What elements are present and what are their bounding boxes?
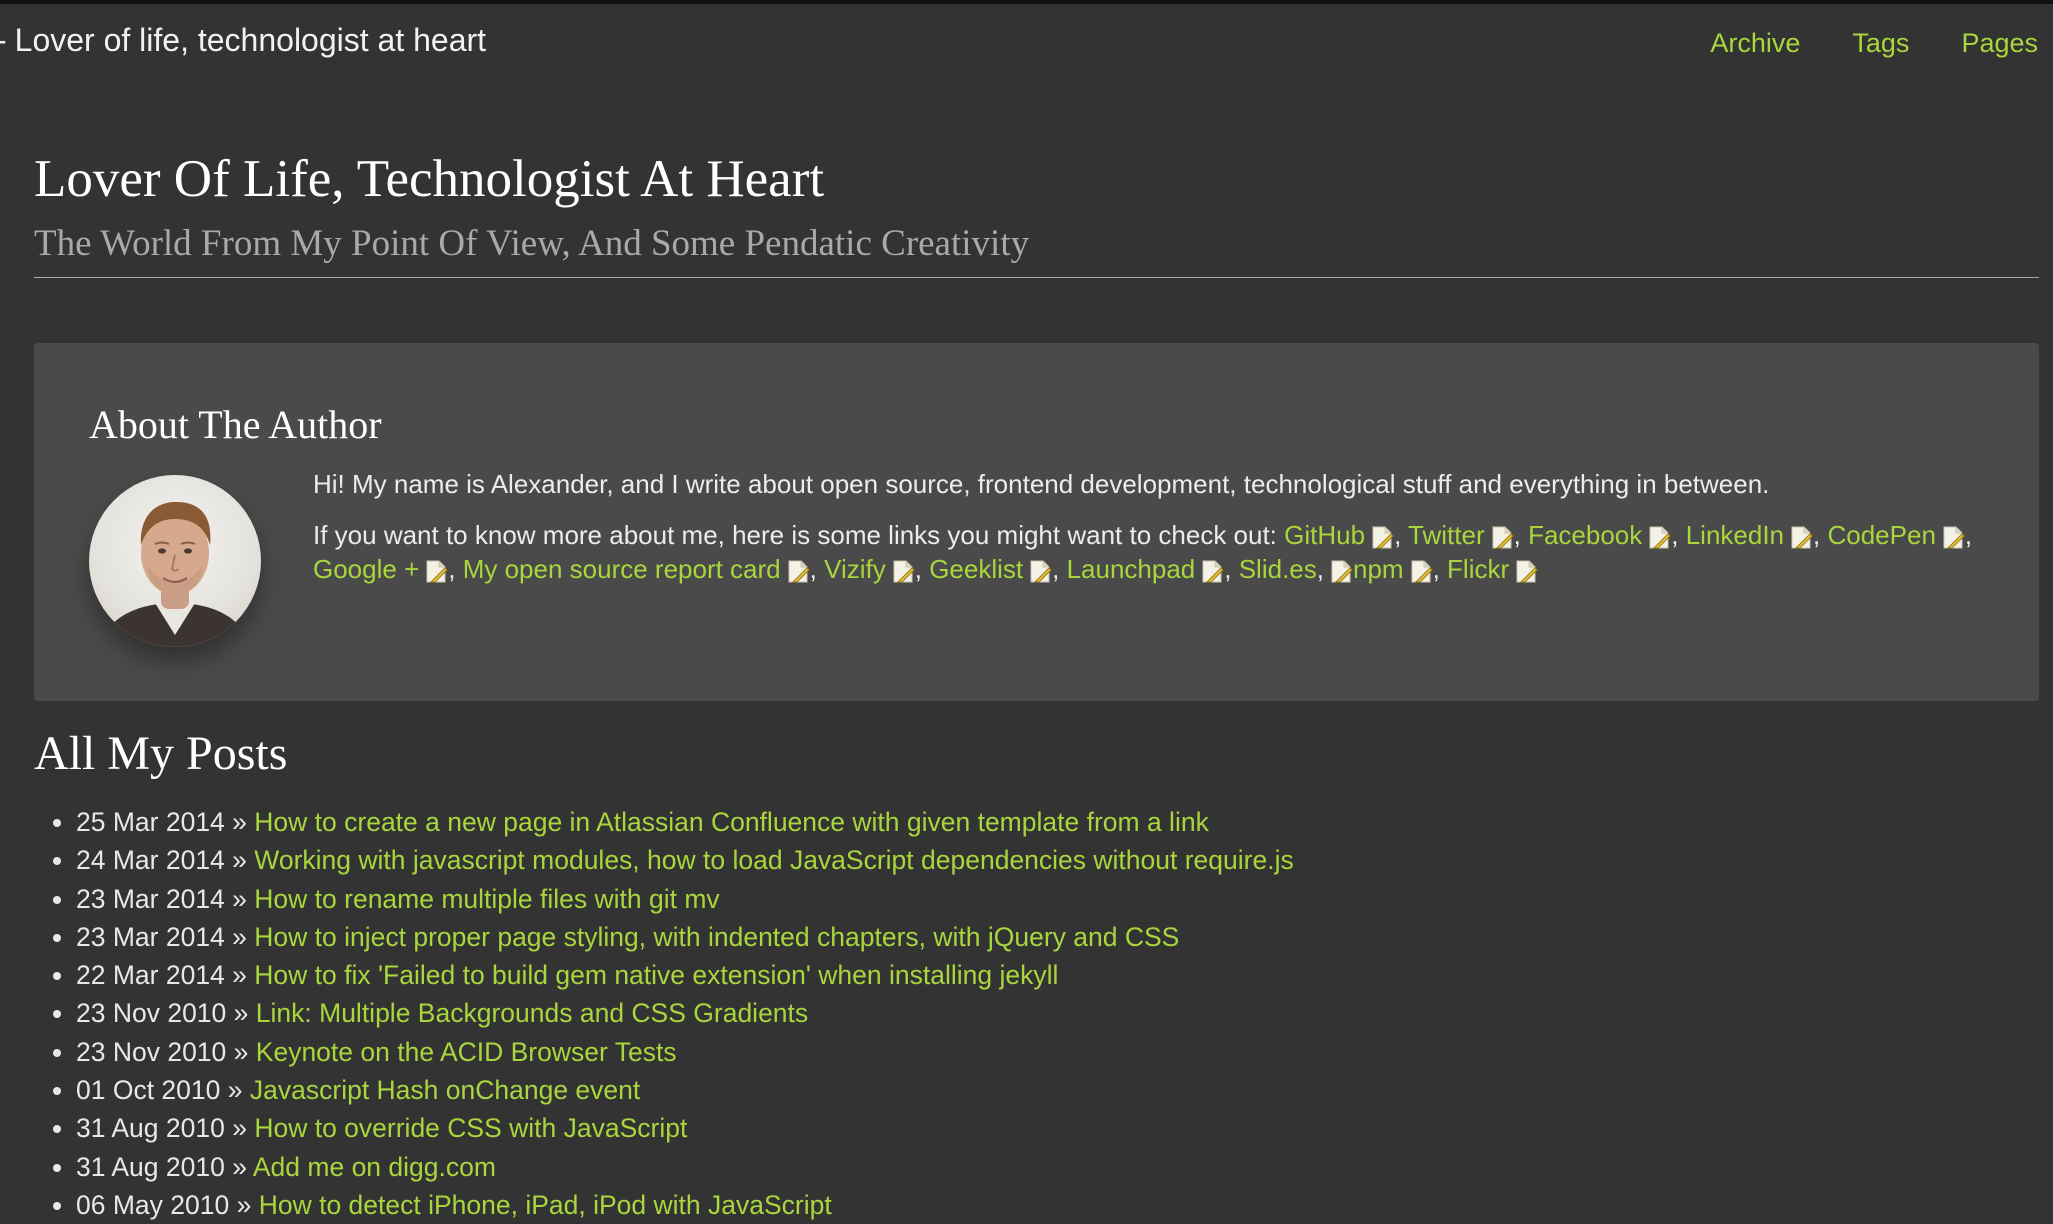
post-separator: » <box>233 1036 249 1067</box>
about-links-intro: If you want to know more about me, here … <box>313 520 1277 550</box>
post-separator: » <box>236 1189 252 1220</box>
post-date: 06 May 2010 <box>76 1189 230 1220</box>
post-date: 23 Mar 2014 <box>76 921 225 952</box>
brand-dash: - <box>0 22 7 58</box>
external-link-icon <box>1790 523 1813 549</box>
post-separator: » <box>232 883 247 914</box>
post-item: 25 Mar 2014 » How to create a new page i… <box>76 803 1294 841</box>
external-link-icon <box>1648 523 1671 549</box>
post-date: 31 Aug 2010 <box>76 1151 225 1182</box>
post-date: 22 Mar 2014 <box>76 960 225 991</box>
nav-pages[interactable]: Pages <box>1961 28 2038 59</box>
external-link-icon <box>1410 557 1433 583</box>
external-link-icon <box>787 557 810 583</box>
about-author-panel: About The Author Hi! My name is Alexande… <box>34 343 2039 701</box>
brand-link[interactable]: -Lover of life, technologist at heart <box>0 22 486 59</box>
external-link-icon <box>425 557 448 583</box>
post-item: 22 Mar 2014 » How to fix 'Failed to buil… <box>76 956 1294 994</box>
external-link-icon <box>1029 557 1052 583</box>
external-link-icon <box>1330 557 1353 583</box>
post-item: 31 Aug 2010 » Add me on digg.com <box>76 1148 1294 1186</box>
post-item: 23 Mar 2014 » How to rename multiple fil… <box>76 880 1294 918</box>
nav-links: Archive Tags Pages <box>1710 28 2038 59</box>
link-flickr[interactable]: Flickr <box>1447 554 1509 584</box>
post-link[interactable]: How to inject proper page styling, with … <box>254 922 1179 952</box>
link-codepen[interactable]: CodePen <box>1827 520 1935 550</box>
post-date: 01 Oct 2010 <box>76 1075 221 1106</box>
post-link[interactable]: How to fix 'Failed to build gem native e… <box>254 960 1058 990</box>
external-link-icon <box>892 557 915 583</box>
external-link-icon <box>1201 557 1224 583</box>
post-date: 24 Mar 2014 <box>76 845 225 876</box>
post-link[interactable]: How to create a new page in Atlassian Co… <box>254 807 1209 837</box>
external-link-icon <box>1371 523 1394 549</box>
post-link[interactable]: Javascript Hash onChange event <box>250 1075 640 1105</box>
link-twitter[interactable]: Twitter <box>1408 520 1485 550</box>
post-date: 23 Nov 2010 <box>76 1036 227 1067</box>
post-separator: » <box>232 1151 247 1182</box>
about-title: About The Author <box>89 402 382 447</box>
post-separator: » <box>227 1075 243 1106</box>
link-linkedin[interactable]: LinkedIn <box>1686 520 1784 550</box>
external-link-icon <box>1942 523 1965 549</box>
external-link-icon <box>1491 523 1514 549</box>
link-github[interactable]: GitHub <box>1284 520 1365 550</box>
page-header: Lover Of Life, Technologist At Heart The… <box>34 150 2039 278</box>
post-link[interactable]: How to detect iPhone, iPad, iPod with Ja… <box>259 1190 832 1220</box>
posts-title: All My Posts <box>34 727 288 780</box>
post-date: 31 Aug 2010 <box>76 1113 225 1144</box>
post-date: 25 Mar 2014 <box>76 807 225 837</box>
post-date: 23 Nov 2010 <box>76 998 227 1029</box>
about-intro: Hi! My name is Alexander, and I write ab… <box>313 469 1770 499</box>
navbar: -Lover of life, technologist at heart Ar… <box>0 4 2053 88</box>
post-link[interactable]: Working with javascript modules, how to … <box>254 845 1293 875</box>
post-item: 23 Nov 2010 » Keynote on the ACID Browse… <box>76 1033 1294 1071</box>
post-separator: » <box>233 998 249 1029</box>
post-item: 23 Mar 2014 » How to inject proper page … <box>76 918 1294 956</box>
post-item: 24 Mar 2014 » Working with javascript mo… <box>76 841 1294 879</box>
post-link[interactable]: Link: Multiple Backgrounds and CSS Gradi… <box>256 998 808 1028</box>
link-launchpad[interactable]: Launchpad <box>1067 554 1196 584</box>
post-separator: » <box>232 960 247 991</box>
post-link[interactable]: How to rename multiple files with git mv <box>254 884 719 914</box>
post-link[interactable]: Add me on digg.com <box>253 1152 496 1182</box>
about-links-paragraph: If you want to know more about me, here … <box>313 520 1973 584</box>
post-link[interactable]: Keynote on the ACID Browser Tests <box>256 1037 677 1067</box>
nav-tags[interactable]: Tags <box>1852 28 1909 59</box>
post-separator: » <box>232 845 247 876</box>
post-separator: » <box>232 1113 247 1144</box>
link-slides[interactable]: Slid.es <box>1239 554 1317 584</box>
external-link-icon <box>1515 557 1538 583</box>
avatar <box>89 475 261 647</box>
link-report-card[interactable]: My open source report card <box>463 554 781 584</box>
post-separator: » <box>232 921 247 952</box>
nav-archive[interactable]: Archive <box>1710 28 1800 59</box>
post-item: 06 May 2010 » How to detect iPhone, iPad… <box>76 1186 1294 1224</box>
link-vizify[interactable]: Vizify <box>824 554 886 584</box>
site-title: Lover Of Life, Technologist At Heart <box>34 150 825 208</box>
link-geeklist[interactable]: Geeklist <box>929 554 1023 584</box>
post-separator: » <box>232 807 247 837</box>
post-item: 31 Aug 2010 » How to override CSS with J… <box>76 1109 1294 1147</box>
link-npm[interactable]: npm <box>1353 554 1404 584</box>
about-text: Hi! My name is Alexander, and I write ab… <box>313 467 2013 603</box>
brand-label: Lover of life, technologist at heart <box>14 22 487 58</box>
posts-list: 25 Mar 2014 » How to create a new page i… <box>34 803 1294 1224</box>
post-link[interactable]: How to override CSS with JavaScript <box>254 1113 687 1143</box>
link-facebook[interactable]: Facebook <box>1528 520 1642 550</box>
post-date: 23 Mar 2014 <box>76 883 225 914</box>
post-item: 23 Nov 2010 » Link: Multiple Backgrounds… <box>76 994 1294 1032</box>
author-portrait <box>99 501 251 647</box>
post-item: 01 Oct 2010 » Javascript Hash onChange e… <box>76 1071 1294 1109</box>
link-google-plus[interactable]: Google + <box>313 554 419 584</box>
site-subtitle: The World From My Point Of View, And Som… <box>34 223 1030 265</box>
